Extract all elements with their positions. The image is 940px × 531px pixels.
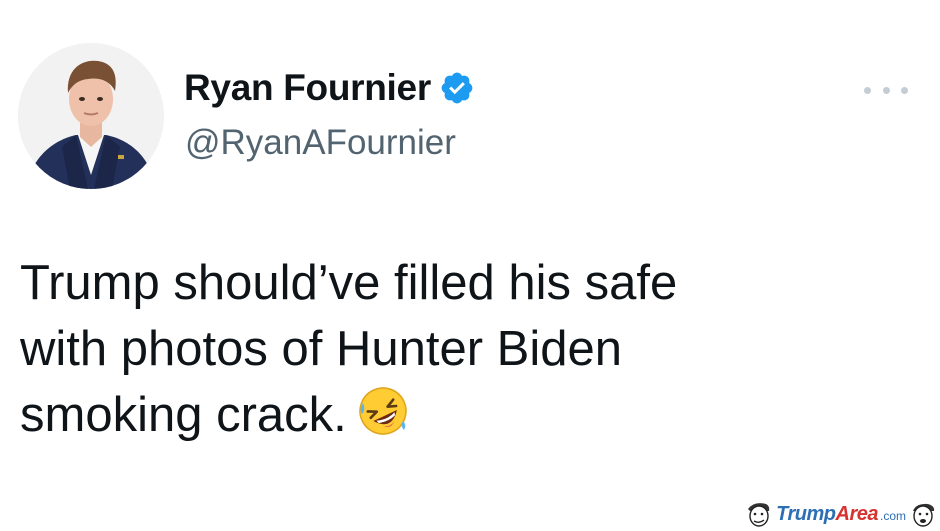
watermark-brand-part1: Trump — [776, 502, 836, 525]
verified-badge-icon — [441, 72, 473, 104]
tweet-text-line-last: smoking crack. — [20, 382, 880, 448]
author-handle[interactable]: @RyanAFournier — [185, 122, 456, 164]
watermark-brand: TrumpArea — [776, 503, 878, 526]
more-dot — [882, 86, 890, 94]
tweet-text: Trump should’ve filled his safe with pho… — [20, 250, 880, 448]
more-dot — [864, 86, 871, 94]
more-dot — [901, 86, 908, 94]
tweet-text-line: with photos of Hunter Biden — [20, 322, 622, 376]
rolling-laughing-emoji-icon — [359, 387, 407, 435]
profile-photo-icon — [18, 43, 164, 189]
tweet-text-line-content: smoking crack. — [20, 388, 347, 442]
tweet-text-line: Trump should’ve filled his safe — [20, 256, 678, 310]
author-name-row[interactable]: Ryan Fournier — [184, 66, 475, 110]
trump-caricature-icon — [913, 503, 935, 527]
site-watermark: TrumpArea .com — [744, 499, 938, 529]
author-display-name[interactable]: Ryan Fournier — [184, 66, 431, 110]
more-options-icon[interactable] — [864, 80, 908, 100]
trump-caricature-icon — [748, 503, 770, 527]
watermark-brand-part2: Area — [835, 502, 879, 525]
author-avatar[interactable] — [18, 43, 164, 189]
tweet-card: Ryan Fournier @RyanAFournier Trump shoul… — [0, 0, 940, 531]
watermark-suffix: .com — [879, 509, 906, 523]
